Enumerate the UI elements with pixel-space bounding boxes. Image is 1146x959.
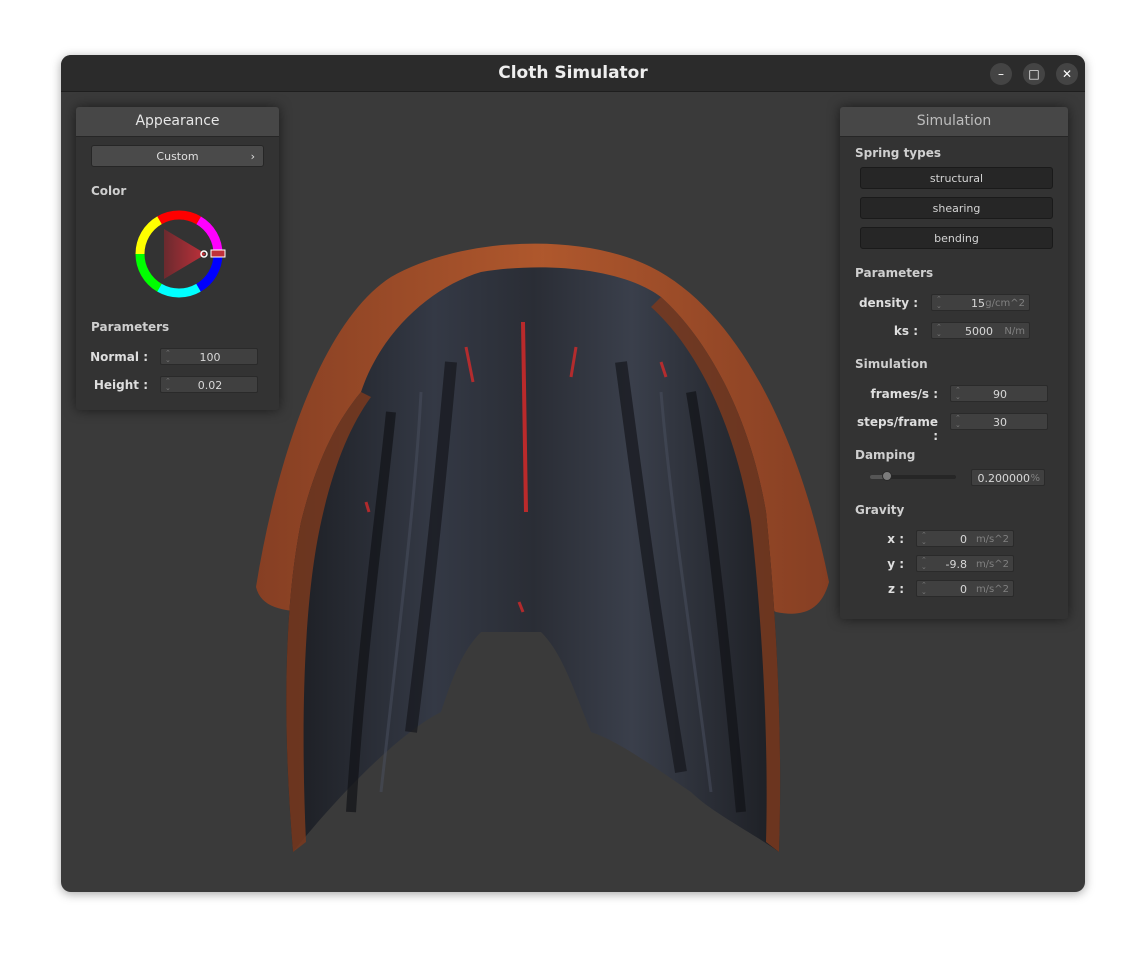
steps-per-frame-label: steps/frame : xyxy=(856,415,938,443)
ks-input[interactable]: ⌃ ⌄ 5000 N/m xyxy=(931,322,1030,339)
gravity-label: Gravity xyxy=(855,503,905,517)
gravity-x-unit: m/s^2 xyxy=(975,534,1009,545)
structural-button[interactable]: structural xyxy=(860,167,1053,189)
density-input[interactable]: ⌃ ⌄ 15 g/cm^2 xyxy=(931,294,1030,311)
density-unit: g/cm^2 xyxy=(985,298,1025,309)
appearance-parameters-label: Parameters xyxy=(91,320,170,334)
height-input[interactable]: ⌃ ⌄ 0.02 xyxy=(160,376,258,393)
close-button[interactable]: ✕ xyxy=(1056,63,1078,85)
simulation-section-label: Simulation xyxy=(855,357,928,371)
spinner-arrows-icon: ⌃ ⌄ xyxy=(921,531,927,546)
spinner-arrows-icon: ⌃ ⌄ xyxy=(921,556,927,571)
ks-label: ks : xyxy=(893,324,918,338)
spring-types-label: Spring types xyxy=(855,146,942,160)
simulation-parameters-label: Parameters xyxy=(855,266,934,280)
gravity-z-label: z : xyxy=(888,582,904,596)
gravity-z-input[interactable]: ⌃ ⌄ 0 m/s^2 xyxy=(916,580,1014,597)
preset-value: Custom xyxy=(156,150,199,163)
damping-input[interactable]: 0.200000 % xyxy=(971,469,1045,486)
normal-label: Normal : xyxy=(90,350,148,364)
normal-input[interactable]: ⌃ ⌄ 100 xyxy=(160,348,258,365)
hue-ring-handle xyxy=(210,249,226,258)
app-window: Cloth Simulator – □ ✕ Appearance Custom … xyxy=(61,55,1085,892)
damping-slider-handle[interactable] xyxy=(882,471,892,481)
gravity-x-value: 0 xyxy=(960,533,967,546)
simulation-panel-title[interactable]: Simulation xyxy=(840,107,1068,137)
damping-slider[interactable] xyxy=(870,471,956,481)
window-title: Cloth Simulator xyxy=(498,63,648,83)
appearance-preset-dropdown[interactable]: Custom › xyxy=(91,145,264,167)
gravity-y-value: -9.8 xyxy=(945,558,967,571)
appearance-panel: Appearance Custom › Color Parameters Nor… xyxy=(76,107,279,410)
density-value: 15 xyxy=(971,297,985,310)
gravity-x-input[interactable]: ⌃ ⌄ 0 m/s^2 xyxy=(916,530,1014,547)
bending-button[interactable]: bending xyxy=(860,227,1053,249)
damping-value: 0.200000 xyxy=(977,472,1031,485)
title-bar[interactable]: Cloth Simulator – □ ✕ xyxy=(61,55,1085,92)
damping-unit: % xyxy=(1030,473,1040,484)
simulation-panel: Simulation Spring types structural shear… xyxy=(840,107,1068,619)
density-label: density : xyxy=(858,296,918,310)
chevron-right-icon: › xyxy=(250,150,255,163)
close-icon: ✕ xyxy=(1061,67,1073,81)
damping-label: Damping xyxy=(855,448,916,462)
gravity-y-unit: m/s^2 xyxy=(975,559,1009,570)
normal-value: 100 xyxy=(199,351,221,364)
spinner-arrows-icon: ⌃ ⌄ xyxy=(936,323,942,338)
steps-per-frame-value: 30 xyxy=(993,416,1007,429)
gravity-x-label: x : xyxy=(887,532,904,546)
gravity-y-label: y : xyxy=(887,557,904,571)
steps-per-frame-input[interactable]: ⌃ ⌄ 30 xyxy=(950,413,1048,430)
height-label: Height : xyxy=(93,378,148,392)
color-wheel[interactable] xyxy=(134,208,234,300)
maximize-icon: □ xyxy=(1028,67,1040,81)
minimize-icon: – xyxy=(998,67,1004,81)
maximize-button[interactable]: □ xyxy=(1023,63,1045,85)
frames-per-second-input[interactable]: ⌃ ⌄ 90 xyxy=(950,385,1048,402)
gravity-z-value: 0 xyxy=(960,583,967,596)
spinner-arrows-icon: ⌃ ⌄ xyxy=(921,581,927,596)
ks-unit: N/m xyxy=(1004,326,1025,337)
shearing-button[interactable]: shearing xyxy=(860,197,1053,219)
frames-per-second-label: frames/s : xyxy=(870,387,938,401)
color-label: Color xyxy=(91,184,127,198)
appearance-panel-title[interactable]: Appearance xyxy=(76,107,279,137)
gravity-y-input[interactable]: ⌃ ⌄ -9.8 m/s^2 xyxy=(916,555,1014,572)
minimize-button[interactable]: – xyxy=(990,63,1012,85)
height-value: 0.02 xyxy=(197,379,223,392)
gravity-z-unit: m/s^2 xyxy=(975,584,1009,595)
spinner-arrows-icon: ⌃ ⌄ xyxy=(936,295,942,310)
frames-per-second-value: 90 xyxy=(993,388,1007,401)
ks-value: 5000 xyxy=(965,325,993,338)
